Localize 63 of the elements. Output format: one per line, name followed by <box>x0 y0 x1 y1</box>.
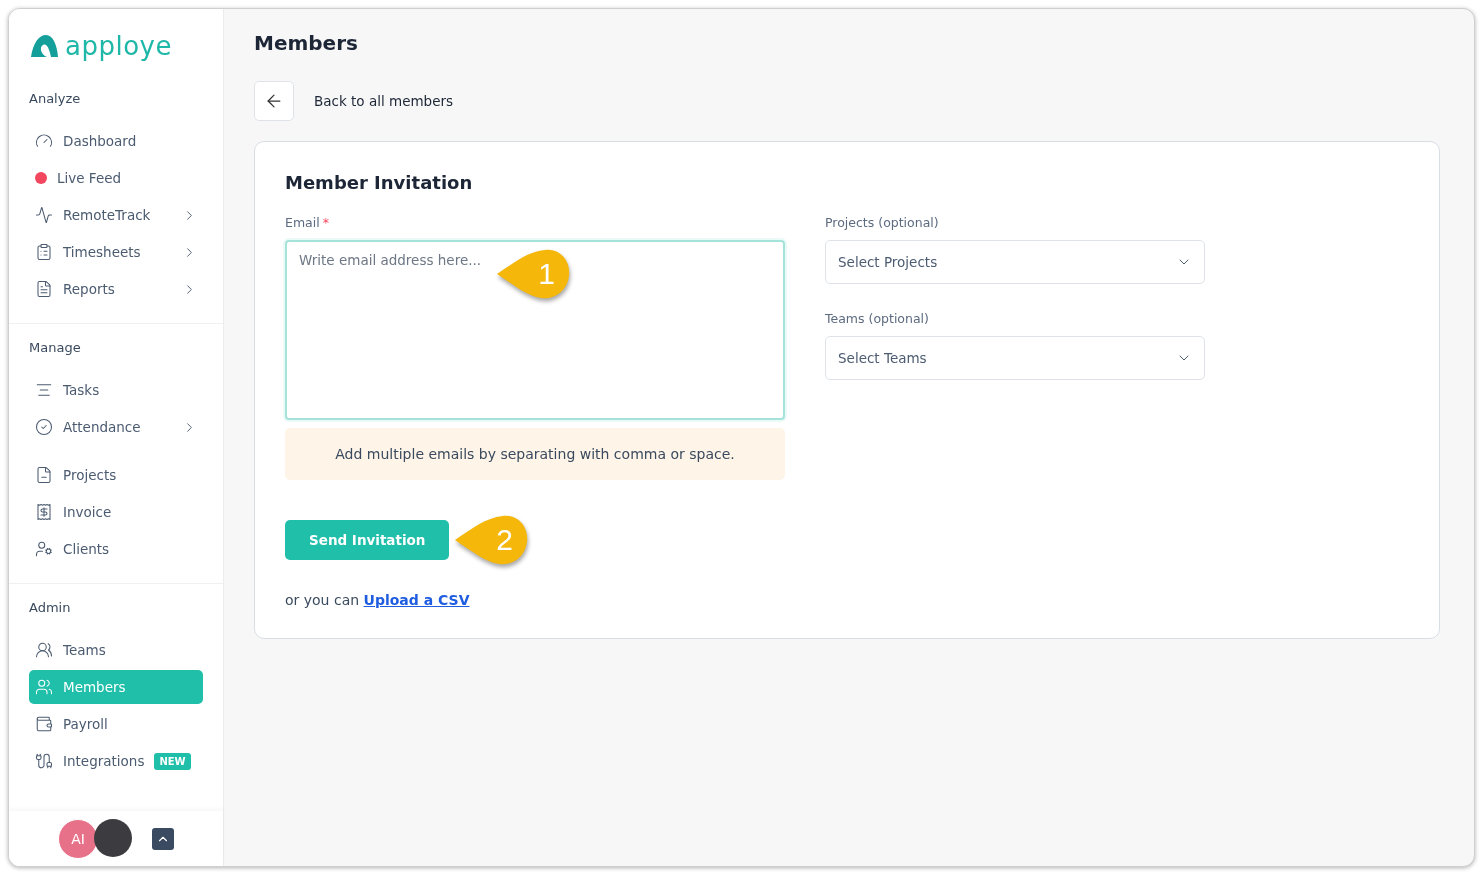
nav-icon <box>35 280 53 298</box>
sidebar-item[interactable]: Attendance <box>29 410 203 444</box>
item-label: Live Feed <box>57 170 122 186</box>
item-label: Dashboard <box>63 133 137 149</box>
item-label: Clients <box>63 541 110 557</box>
sidebar-item[interactable]: Live Feed <box>29 161 203 195</box>
nav-icon <box>35 752 53 770</box>
expand-button[interactable] <box>152 827 174 850</box>
item-label: Timesheets <box>63 244 141 260</box>
section-title: Admin <box>29 600 72 615</box>
hint-text: Add multiple emails by separating with comma or space. <box>285 428 785 480</box>
csv-text: or you can <box>285 592 360 608</box>
sidebar-item[interactable]: Teams <box>29 633 203 667</box>
back-button[interactable] <box>254 81 294 121</box>
callout-marker: 2 <box>453 514 529 566</box>
brand-name: apploye <box>65 31 172 61</box>
item-label: Members <box>63 679 126 695</box>
nav-icon <box>35 206 53 224</box>
nav-icon <box>35 466 53 484</box>
upload-csv-link[interactable]: Upload a CSV <box>363 592 470 608</box>
sidebar-item[interactable]: Projects <box>29 458 203 492</box>
new-badge: NEW <box>154 752 191 770</box>
back-label[interactable]: Back to all members <box>314 93 454 109</box>
item-label: RemoteTrack <box>63 207 151 223</box>
field-label: Email <box>285 215 320 230</box>
field-label: Teams (optional) <box>825 311 929 326</box>
item-label: Teams <box>63 642 106 658</box>
nav-icon <box>35 540 53 558</box>
callout-marker: 1 <box>495 248 571 300</box>
nav-icon <box>35 418 53 436</box>
photo-placeholder[interactable] <box>94 818 132 857</box>
item-label: Payroll <box>63 716 108 732</box>
sidebar-item[interactable]: Integrations NEW <box>29 744 203 778</box>
item-label: Reports <box>63 281 115 297</box>
nav-icon <box>35 243 53 261</box>
sidebar-item[interactable]: Timesheets <box>29 235 203 269</box>
select-dropdown[interactable]: Select Projects <box>825 240 1205 284</box>
field-label: Projects (optional) <box>825 215 939 230</box>
sidebar-item[interactable]: Clients <box>29 532 203 566</box>
nav-icon <box>35 678 53 696</box>
nav-icon <box>35 132 53 150</box>
item-label: Invoice <box>63 504 112 520</box>
card-title: Member Invitation <box>285 172 474 193</box>
sidebar-item[interactable]: Tasks <box>29 373 203 407</box>
sidebar-item[interactable]: Dashboard <box>29 124 203 158</box>
sidebar-item[interactable]: Payroll <box>29 707 203 741</box>
nav-icon <box>35 503 53 521</box>
item-label: Integrations <box>63 753 145 769</box>
item-label: Tasks <box>63 382 100 398</box>
sidebar-item[interactable]: Invoice <box>29 495 203 529</box>
sidebar-item[interactable]: RemoteTrack <box>29 198 203 232</box>
section-title: Analyze <box>29 91 82 106</box>
nav-icon <box>35 381 53 399</box>
section-title: Manage <box>29 340 82 355</box>
page-title: Members <box>254 31 359 55</box>
logo-icon <box>29 33 59 59</box>
item-label: Attendance <box>63 419 141 435</box>
select-dropdown[interactable]: Select Teams <box>825 336 1205 380</box>
nav-icon <box>35 715 53 733</box>
required-asterisk: * <box>322 215 329 230</box>
item-label: Projects <box>63 467 117 483</box>
nav-icon <box>35 641 53 659</box>
sidebar-item[interactable]: Reports <box>29 272 203 306</box>
